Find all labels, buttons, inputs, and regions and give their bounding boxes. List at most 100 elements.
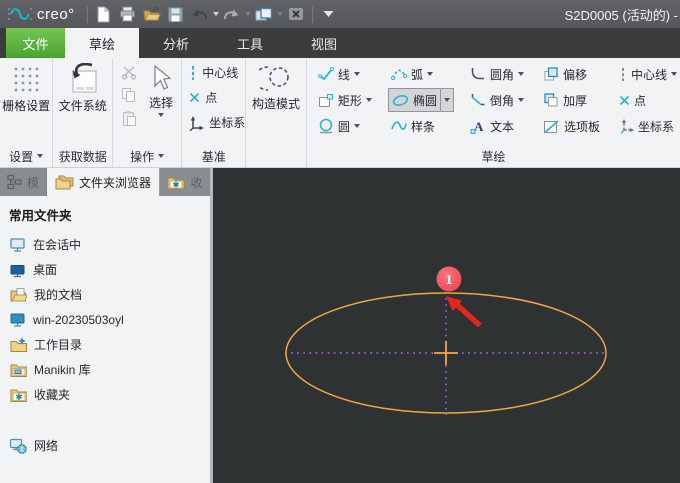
print-button[interactable] bbox=[116, 3, 140, 25]
construction-mode-button[interactable]: 构造模式 bbox=[246, 58, 306, 145]
palette-button[interactable]: 选项板 bbox=[540, 113, 603, 139]
common-folders-header: 常用文件夹 bbox=[0, 196, 210, 232]
redo-dropdown-icon[interactable] bbox=[245, 12, 251, 16]
sketch-column-5: 中心线 点 bbox=[616, 61, 680, 145]
ribbon: 栅格设置 设置 文件系统 获取数据 bbox=[0, 58, 680, 168]
ribbon-group-sketch: 线 矩形 bbox=[307, 58, 680, 167]
centerline-dashed-icon bbox=[619, 67, 627, 82]
sketch-point-button[interactable]: 点 bbox=[616, 87, 680, 113]
open-button[interactable] bbox=[140, 3, 164, 25]
tab-model-tree[interactable]: 模 bbox=[0, 168, 47, 196]
center-cross[interactable] bbox=[434, 341, 458, 365]
chamfer-button[interactable]: 倒角 bbox=[467, 87, 527, 113]
dropdown-arrow-icon bbox=[158, 113, 164, 117]
save-button[interactable] bbox=[164, 3, 188, 25]
cut-button[interactable] bbox=[119, 62, 139, 82]
point-icon bbox=[619, 95, 630, 106]
rectangle-icon bbox=[318, 93, 334, 108]
cursor-arrow-icon bbox=[150, 65, 172, 92]
logo-text: creo° bbox=[37, 6, 75, 23]
window-title: S2D0005 (活动的) - bbox=[565, 5, 678, 24]
arc-icon bbox=[391, 67, 407, 81]
new-file-icon bbox=[96, 6, 111, 23]
arc-button[interactable]: 弧 bbox=[388, 61, 454, 87]
folder-item-working-directory[interactable]: 工作目录 bbox=[0, 332, 210, 357]
circle-button[interactable]: 圆 bbox=[315, 113, 375, 139]
window-dropdown-icon[interactable] bbox=[277, 12, 283, 16]
datum-point-button[interactable]: 点 bbox=[182, 85, 245, 110]
new-file-button[interactable] bbox=[92, 3, 116, 25]
folder-browser-panel: 常用文件夹 在会话中 桌面 bbox=[0, 196, 210, 483]
close-icon bbox=[288, 7, 304, 21]
desktop-icon bbox=[10, 262, 26, 278]
step-badge: 1 bbox=[437, 267, 462, 292]
offset-button[interactable]: 偏移 bbox=[540, 61, 603, 87]
documents-folder-icon bbox=[10, 287, 27, 303]
datum-csys-button[interactable]: 坐标系 bbox=[182, 110, 245, 135]
customize-toolbar-button[interactable] bbox=[317, 3, 341, 25]
copy-button[interactable] bbox=[119, 85, 139, 105]
file-import-icon bbox=[65, 63, 101, 95]
working-directory-icon bbox=[10, 337, 27, 353]
coordinate-system-dashed-icon bbox=[619, 118, 634, 134]
folder-item-favorites[interactable]: 收藏夹 bbox=[0, 382, 210, 407]
folder-item-computer[interactable]: win-20230503oyl bbox=[0, 307, 210, 332]
network-icon bbox=[10, 438, 27, 454]
redo-button[interactable] bbox=[220, 3, 244, 25]
folder-item-in-session[interactable]: 在会话中 bbox=[0, 232, 210, 257]
folder-item-manikin-library[interactable]: Manikin 库 bbox=[0, 357, 210, 382]
text-button[interactable]: A 文本 bbox=[467, 113, 527, 139]
sketch-column-2: 弧 椭圆 bbox=[388, 61, 454, 145]
ribbon-group-operations: 选择 操作 bbox=[113, 58, 182, 167]
creo-wave-icon bbox=[8, 6, 32, 22]
chevron-down-icon bbox=[322, 9, 335, 19]
dropdown-arrow-icon bbox=[158, 154, 164, 158]
folder-item-desktop[interactable]: 桌面 bbox=[0, 257, 210, 282]
select-button[interactable]: 选择 bbox=[141, 58, 181, 145]
group-label-settings[interactable]: 设置 bbox=[0, 145, 52, 167]
rectangle-button[interactable]: 矩形 bbox=[315, 87, 375, 113]
session-monitor-icon bbox=[10, 237, 26, 253]
model-tree-icon bbox=[7, 174, 22, 190]
folder-item-my-documents[interactable]: 我的文档 bbox=[0, 282, 210, 307]
undo-dropdown-icon[interactable] bbox=[213, 12, 219, 16]
creo-logo: creo° bbox=[8, 6, 75, 23]
tab-sketch[interactable]: 草绘 bbox=[65, 28, 139, 58]
close-window-button[interactable] bbox=[284, 3, 308, 25]
spline-button[interactable]: 样条 bbox=[388, 113, 454, 139]
dropdown-arrow-icon bbox=[444, 98, 450, 102]
tab-file[interactable]: 文件 bbox=[6, 28, 65, 58]
fillet-button[interactable]: 圆角 bbox=[467, 61, 527, 87]
sketch-canvas[interactable]: 1 bbox=[213, 168, 680, 483]
ribbon-group-settings: 栅格设置 设置 bbox=[0, 58, 53, 167]
sketch-column-4: 偏移 加厚 选项板 bbox=[540, 61, 603, 145]
construction-mode-icon bbox=[259, 63, 293, 93]
tab-tools[interactable]: 工具 bbox=[213, 28, 287, 58]
tab-analysis[interactable]: 分析 bbox=[139, 28, 213, 58]
sketch-column-1: 线 矩形 bbox=[315, 61, 375, 145]
thicken-button[interactable]: 加厚 bbox=[540, 87, 603, 113]
circle-icon bbox=[318, 118, 334, 134]
sketch-csys-button[interactable]: 坐标系 bbox=[616, 113, 680, 139]
datum-centerline-button[interactable]: 中心线 bbox=[182, 60, 245, 85]
line-button[interactable]: 线 bbox=[315, 61, 375, 87]
group-label-datum: 基准 bbox=[182, 145, 245, 167]
group-label-construction bbox=[246, 145, 306, 167]
group-label-operations[interactable]: 操作 bbox=[113, 145, 181, 167]
annotation-arrow bbox=[446, 296, 480, 326]
paste-button[interactable] bbox=[119, 108, 139, 128]
ellipse-dropdown-button[interactable] bbox=[441, 88, 454, 112]
tab-favorites[interactable]: 收 bbox=[159, 168, 210, 196]
select-label: 选择 bbox=[149, 94, 173, 111]
window-switch-icon bbox=[255, 7, 273, 22]
tab-view[interactable]: 视图 bbox=[287, 28, 361, 58]
folder-item-network[interactable]: 网络 bbox=[0, 433, 210, 458]
file-system-button[interactable]: 文件系统 bbox=[53, 58, 112, 145]
ellipse-button[interactable]: 椭圆 bbox=[388, 88, 441, 112]
grid-settings-button[interactable]: 栅格设置 bbox=[0, 58, 52, 145]
undo-button[interactable] bbox=[188, 3, 212, 25]
window-switch-button[interactable] bbox=[252, 3, 276, 25]
tab-folder-browser[interactable]: 文件夹浏览器 bbox=[47, 168, 159, 196]
sketch-centerline-button[interactable]: 中心线 bbox=[616, 61, 680, 87]
construction-mode-label: 构造模式 bbox=[252, 95, 300, 112]
